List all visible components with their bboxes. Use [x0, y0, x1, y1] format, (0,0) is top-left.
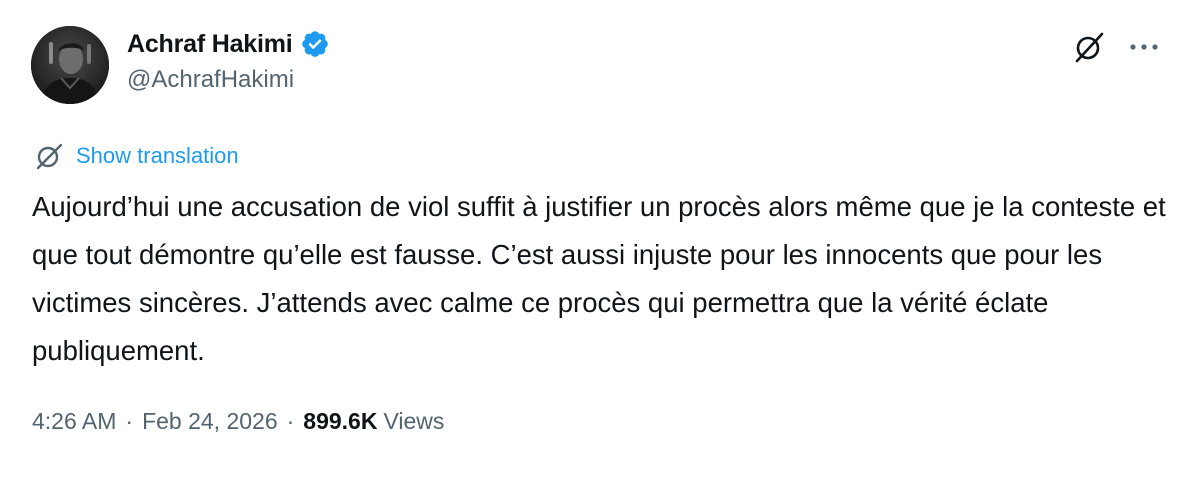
user-handle[interactable]: @AchrafHakimi: [127, 66, 330, 94]
grok-icon[interactable]: [1070, 28, 1108, 66]
more-options-icon[interactable]: [1122, 28, 1166, 66]
tweet-text: Aujourd’hui une accusation de viol suffi…: [32, 191, 1166, 366]
verified-badge-icon[interactable]: [300, 29, 330, 59]
tweet-date[interactable]: Feb 24, 2026: [142, 408, 278, 435]
tweet-meta: 4:26 AM · Feb 24, 2026 · 899.6K Views: [32, 408, 444, 435]
show-translation-label: Show translation: [76, 143, 239, 168]
display-name[interactable]: Achraf Hakimi: [127, 30, 293, 59]
author-block: Achraf Hakimi @AchrafHakimi: [127, 28, 330, 94]
views-count[interactable]: 899.6K: [303, 408, 377, 435]
avatar[interactable]: [31, 26, 109, 104]
views-label[interactable]: Views: [383, 408, 444, 435]
meta-separator: ·: [286, 408, 295, 434]
avatar-photo: [31, 26, 109, 104]
globe-icon: [33, 140, 65, 172]
tweet-time[interactable]: 4:26 AM: [32, 408, 116, 435]
tweet-card: Achraf Hakimi @AchrafHakimi Show transla…: [0, 0, 1194, 480]
name-row: Achraf Hakimi: [127, 28, 330, 60]
meta-separator: ·: [125, 408, 134, 434]
show-translation-link[interactable]: Show translation: [33, 140, 239, 172]
